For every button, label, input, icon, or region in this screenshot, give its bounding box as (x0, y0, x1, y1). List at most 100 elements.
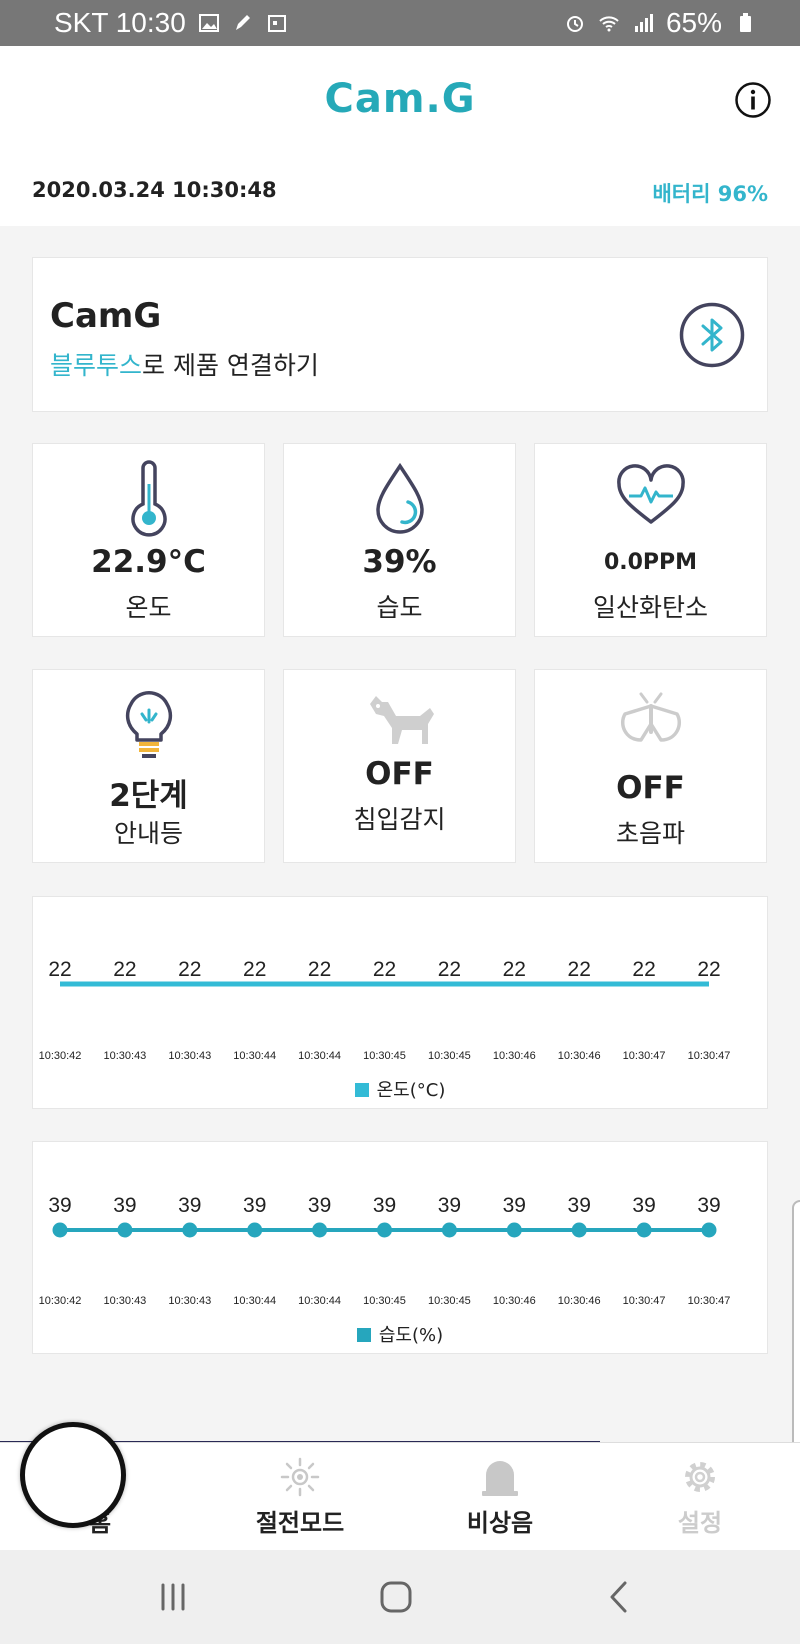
connect-hint-highlight: 블루투스 (50, 351, 143, 380)
tab-siren[interactable]: 비상음 (400, 1443, 600, 1551)
temperature-label: 온도 (125, 593, 172, 622)
x-tick-label: 10:30:43 (103, 1295, 146, 1307)
data-point (247, 1222, 263, 1238)
ultrasonic-tile[interactable]: OFF 초음파 (534, 669, 767, 863)
siren-icon (482, 1461, 518, 1496)
humidity-label: 습도 (376, 593, 423, 622)
data-label: 22 (632, 958, 655, 981)
x-tick-label: 10:30:47 (688, 1295, 731, 1307)
carrier-time: SKT 10:30 (54, 7, 186, 38)
temperature-tile: 22.9°C 온도 (32, 443, 265, 637)
co-tile: 0.0PPM 일산화탄소 (534, 443, 767, 637)
floating-home-button[interactable] (20, 1422, 126, 1528)
bluetooth-connect-card[interactable]: CamG 블루투스로 제품 연결하기 (32, 257, 768, 412)
x-tick-label: 10:30:45 (363, 1050, 406, 1062)
water-drop-icon (375, 462, 424, 534)
x-tick-label: 10:30:47 (688, 1050, 731, 1062)
x-tick-label: 10:30:44 (298, 1295, 341, 1307)
x-tick-label: 10:30:44 (233, 1295, 276, 1307)
data-label: 39 (373, 1194, 396, 1217)
data-label: 22 (113, 958, 136, 981)
intrusion-tile[interactable]: OFF 침입감지 (283, 669, 516, 863)
data-label: 39 (113, 1194, 136, 1217)
dog-icon (369, 696, 434, 744)
data-label: 39 (243, 1194, 266, 1217)
system-nav-bar (0, 1550, 800, 1644)
data-point (117, 1222, 133, 1238)
data-point (182, 1222, 198, 1238)
battery-percent: 65% (665, 7, 722, 38)
back-icon[interactable] (595, 1572, 645, 1622)
humidity-tile: 39% 습도 (283, 443, 516, 637)
battery-icon (740, 13, 751, 32)
x-tick-label: 10:30:46 (493, 1295, 536, 1307)
x-tick-label: 10:30:46 (558, 1295, 601, 1307)
data-label: 39 (697, 1194, 720, 1217)
data-point (636, 1222, 652, 1238)
x-tick-label: 10:30:45 (363, 1295, 406, 1307)
light-bulb-icon (125, 691, 172, 758)
guide-light-tile[interactable]: 2단계 안내등 (32, 669, 265, 863)
data-label: 39 (568, 1194, 591, 1217)
home-icon[interactable] (371, 1572, 421, 1622)
tab-power-save[interactable]: 절전모드 (200, 1443, 400, 1551)
x-tick-label: 10:30:45 (428, 1050, 471, 1062)
data-point (377, 1222, 392, 1238)
guide-light-label: 안내등 (113, 819, 183, 848)
moth-icon (620, 692, 681, 742)
data-point (312, 1222, 328, 1238)
legend-label: 습도(%) (378, 1325, 444, 1346)
app-header: Cam.G 2020.03.24 10:30:48 배터리 96% (0, 46, 800, 226)
device-battery: 배터리 96% (652, 182, 768, 206)
legend-swatch (356, 1328, 371, 1342)
connect-hint: 블루투스로 제품 연결하기 (50, 346, 319, 382)
x-tick-label: 10:30:42 (39, 1295, 82, 1307)
x-tick-label: 10:30:46 (558, 1050, 601, 1062)
legend-label: 온도(°C) (376, 1080, 446, 1101)
x-tick-label: 10:30:43 (168, 1050, 211, 1062)
gear-icon (685, 1462, 715, 1492)
data-point (701, 1222, 717, 1238)
data-label: 39 (632, 1194, 655, 1217)
app-logo: Cam.G (324, 76, 476, 122)
data-label: 39 (178, 1194, 201, 1217)
humidity-chart: 39 10:30:42 39 10:30:43 39 10:30:43 39 10:30:44… (32, 1141, 768, 1354)
humidity-legend: 습도(%) (33, 1321, 767, 1347)
data-label: 22 (373, 958, 396, 981)
sun-icon (280, 1457, 320, 1497)
tab-siren-label: 비상음 (466, 1509, 534, 1537)
intrusion-label: 침입감지 (353, 805, 446, 834)
guide-light-value: 2단계 (109, 778, 188, 814)
calendar-icon (267, 15, 286, 32)
x-tick-label: 10:30:45 (428, 1295, 471, 1307)
status-bar: SKT 10:30 65% (0, 0, 800, 46)
x-tick-label: 10:30:44 (298, 1050, 341, 1062)
data-point (571, 1222, 587, 1238)
gallery-icon (198, 14, 219, 32)
data-label: 22 (503, 958, 526, 981)
intrusion-value: OFF (365, 756, 434, 792)
data-point (506, 1222, 522, 1238)
x-tick-label: 10:30:47 (623, 1050, 666, 1062)
tab-settings-label: 설정 (677, 1509, 723, 1537)
data-label: 39 (308, 1194, 331, 1217)
data-label: 22 (438, 958, 461, 981)
pen-icon (235, 15, 250, 30)
recent-apps-icon[interactable] (148, 1572, 198, 1622)
bluetooth-icon[interactable] (679, 302, 745, 368)
tab-settings[interactable]: 설정 (600, 1443, 800, 1551)
heart-pulse-icon (616, 464, 685, 524)
x-tick-label: 10:30:46 (493, 1050, 536, 1062)
info-icon[interactable] (734, 81, 772, 119)
data-label: 39 (503, 1194, 526, 1217)
x-tick-label: 10:30:44 (233, 1050, 276, 1062)
data-point (441, 1222, 457, 1238)
device-name: CamG (50, 296, 162, 336)
x-tick-label: 10:30:47 (623, 1295, 666, 1307)
x-tick-label: 10:30:43 (103, 1050, 146, 1062)
alarm-icon (566, 16, 583, 32)
data-label: 22 (48, 958, 71, 981)
ultrasonic-label: 초음파 (615, 819, 685, 848)
data-label: 22 (697, 958, 720, 981)
temperature-legend: 온도(°C) (33, 1076, 767, 1102)
